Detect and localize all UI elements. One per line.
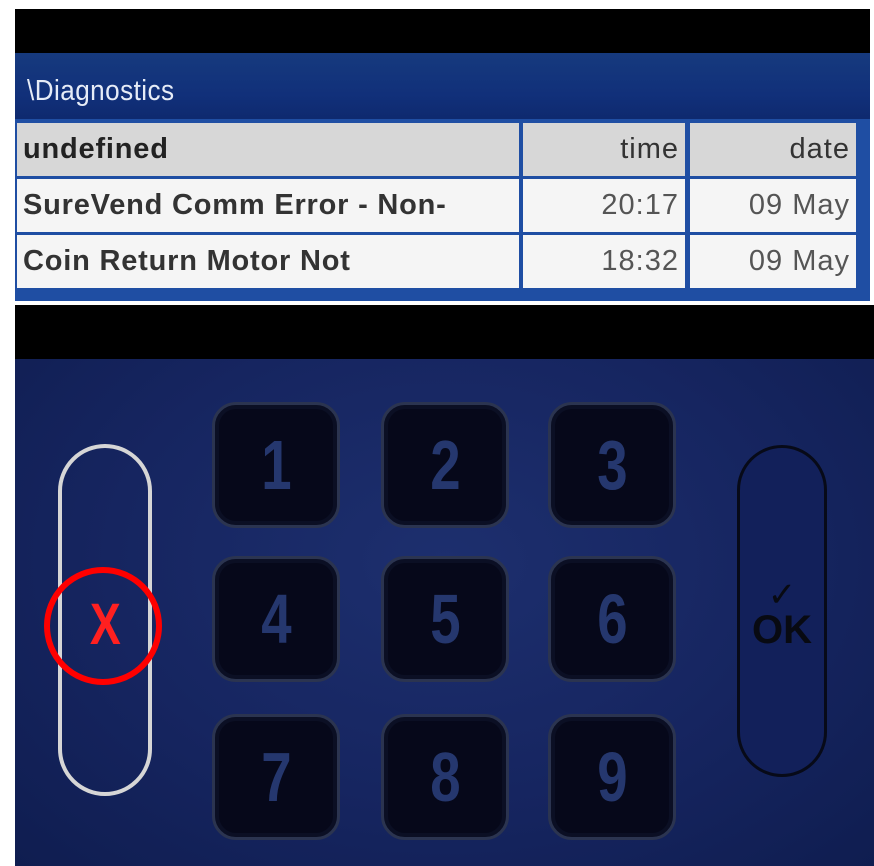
keypad-key-7[interactable]: 7 [212, 714, 340, 840]
keypad-key-6[interactable]: 6 [548, 556, 676, 682]
title-bar: \Diagnostics [15, 53, 870, 129]
keypad-key-8[interactable]: 8 [381, 714, 509, 840]
keypad-key-5[interactable]: 5 [381, 556, 509, 682]
ok-label: OK [752, 608, 812, 652]
highlight-circle [44, 567, 162, 685]
ok-button[interactable]: ✓ OK [737, 445, 827, 777]
keypad-key-1[interactable]: 1 [212, 402, 340, 528]
column-header-date[interactable]: date [690, 123, 856, 176]
keypad-key-4[interactable]: 4 [212, 556, 340, 682]
keypad-key-3[interactable]: 3 [548, 402, 676, 528]
page-title: \Diagnostics [27, 75, 175, 107]
table-row-event[interactable]: SureVend Comm Error - Non- [17, 179, 519, 232]
table-row-event[interactable]: Coin Return Motor Not [17, 235, 519, 288]
checkmark-icon: ✓ [767, 576, 797, 614]
keypad-screen: X 1 2 3 4 5 6 7 8 9 ✓ OK [15, 305, 874, 866]
table-row-time[interactable]: 18:32 [523, 235, 685, 288]
column-header-time[interactable]: time [523, 123, 685, 176]
table-row-time[interactable]: 20:17 [523, 179, 685, 232]
diagnostics-screen: \Diagnostics undefined time date SureVen… [15, 9, 870, 301]
column-header-event[interactable]: undefined [17, 123, 519, 176]
keypad-key-2[interactable]: 2 [381, 402, 509, 528]
keypad-key-9[interactable]: 9 [548, 714, 676, 840]
table-row-date[interactable]: 09 May [690, 235, 856, 288]
table-row-date[interactable]: 09 May [690, 179, 856, 232]
diagnostics-table: undefined time date SureVend Comm Error … [15, 119, 870, 301]
